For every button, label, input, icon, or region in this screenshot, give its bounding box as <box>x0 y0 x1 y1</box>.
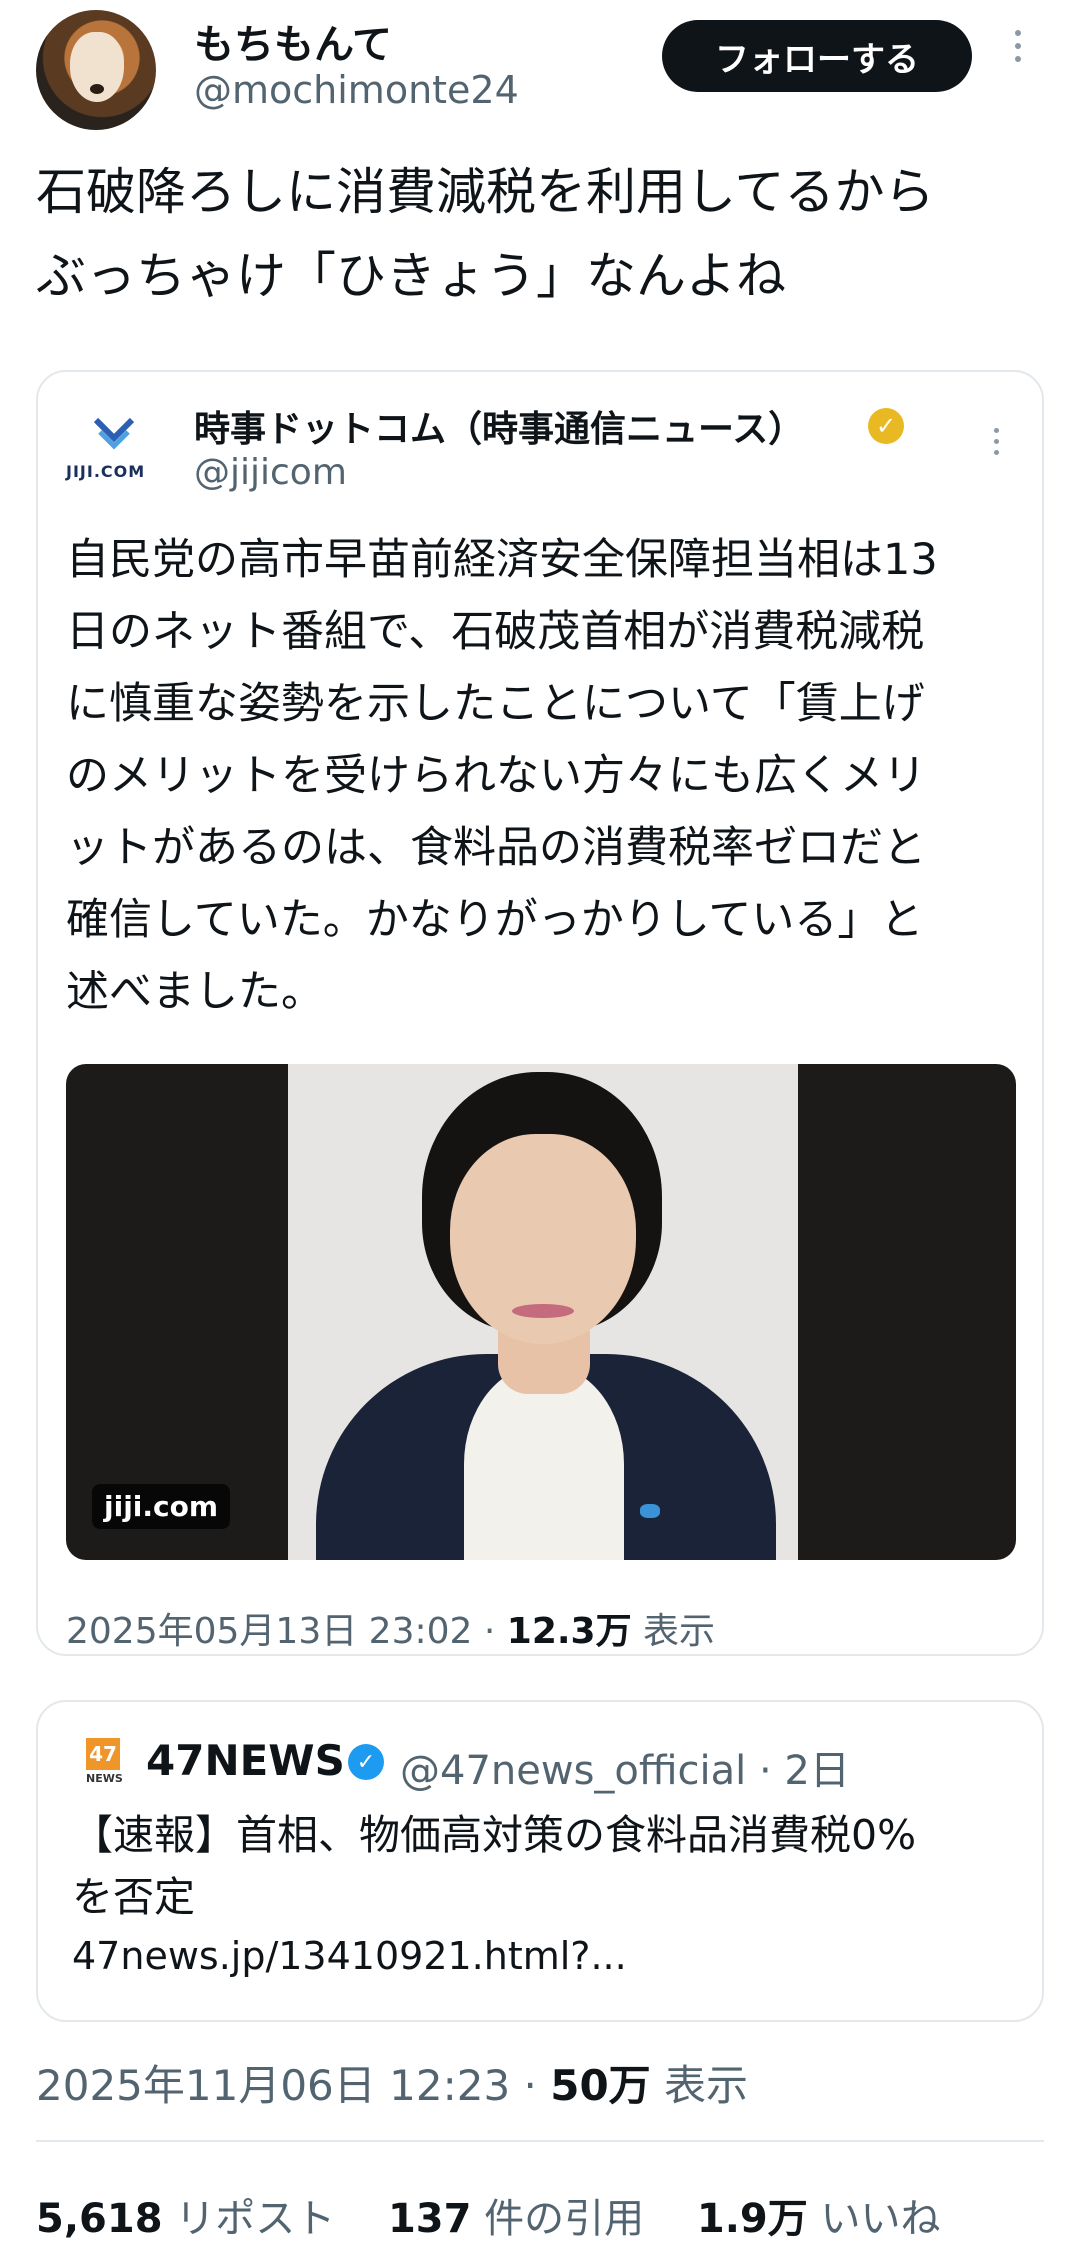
link-url[interactable]: 47news.jp/13410921.html?... <box>72 1934 627 1978</box>
link-card-text-line: を否定 <box>72 1873 195 1921</box>
quoted-text-line: 確信していた。かなりがっかりしている」と <box>66 895 924 945</box>
verified-gold-badge-icon: ✓ <box>868 408 904 444</box>
quoted-author-handle: @jijicom <box>194 452 347 493</box>
author-name[interactable]: もちもんて <box>194 12 392 70</box>
quoted-text-line: に慎重な姿勢を示したことについて「賃上げ <box>66 679 925 729</box>
quoted-views-count: 12.3万 <box>506 1611 632 1652</box>
quotes-stat[interactable]: 137 件の引用 <box>388 2196 644 2242</box>
divider <box>36 2140 1044 2142</box>
jiji-logo-text: JIJI.COM <box>66 462 146 481</box>
quoted-text-line: 日のネット番組で、石破茂首相が消費税減税 <box>66 607 925 657</box>
quoted-post-timestamp: 2025年05月13日 23:02 · 12.3万 表示 <box>66 1611 716 1652</box>
jiji-logo: JIJI.COM <box>66 410 162 490</box>
follow-button[interactable]: フォローする <box>662 20 972 92</box>
link-author-handle: @47news_official · 2日 <box>400 1748 850 1794</box>
quoted-post-image[interactable]: jiji.com <box>66 1064 1016 1560</box>
avatar[interactable] <box>36 10 156 130</box>
verified-badge-icon: ✓ <box>348 1744 384 1780</box>
jiji-logo-icon <box>93 417 135 450</box>
quoted-author-name: 時事ドットコム（時事通信ニュース） <box>194 409 805 450</box>
quoted-text-line: 自民党の高市早苗前経済安全保障担当相は13 <box>66 535 938 585</box>
post-text-line: ぶっちゃけ「ひきょう」なんよね <box>36 247 786 305</box>
more-options-icon[interactable] <box>1008 30 1028 78</box>
post-text: 石破降ろしに消費減税を利用してるから ぶっちゃけ「ひきょう」なんよね <box>36 150 1046 318</box>
quoted-text-line: 述べました。 <box>66 967 324 1017</box>
link-card-text: 【速報】首相、物価高対策の食料品消費税0% を否定 <box>72 1804 1022 1928</box>
quoted-post-text: 自民党の高市早苗前経済安全保障担当相は13 日のネット番組で、石破茂首相が消費税… <box>66 524 1016 1028</box>
engagement-stats: 5,618 リポスト 137 件の引用 1.9万 いいね <box>36 2186 980 2244</box>
image-watermark: jiji.com <box>92 1484 231 1529</box>
quoted-more-options-icon[interactable] <box>986 428 1006 464</box>
link-card-text-line: 【速報】首相、物価高対策の食料品消費税0% <box>72 1811 917 1859</box>
reposts-stat[interactable]: 5,618 リポスト <box>36 2196 335 2242</box>
quoted-text-line: ットがあるのは、食料品の消費税率ゼロだと <box>66 823 926 873</box>
link-author-name: 47NEWS <box>146 1736 345 1785</box>
47news-logo-icon: 47 NEWS <box>86 1738 123 1786</box>
post-text-line: 石破降ろしに消費減税を利用してるから <box>36 163 935 221</box>
post-timestamp: 2025年11月06日 12:23 · 50万 表示 <box>36 2061 749 2110</box>
views-count: 50万 <box>550 2061 651 2110</box>
quoted-text-line: のメリットを受けられない方々にも広くメリ <box>66 751 926 801</box>
likes-stat[interactable]: 1.9万 いいね <box>697 2196 941 2242</box>
author-handle[interactable]: @mochimonte24 <box>194 68 519 112</box>
